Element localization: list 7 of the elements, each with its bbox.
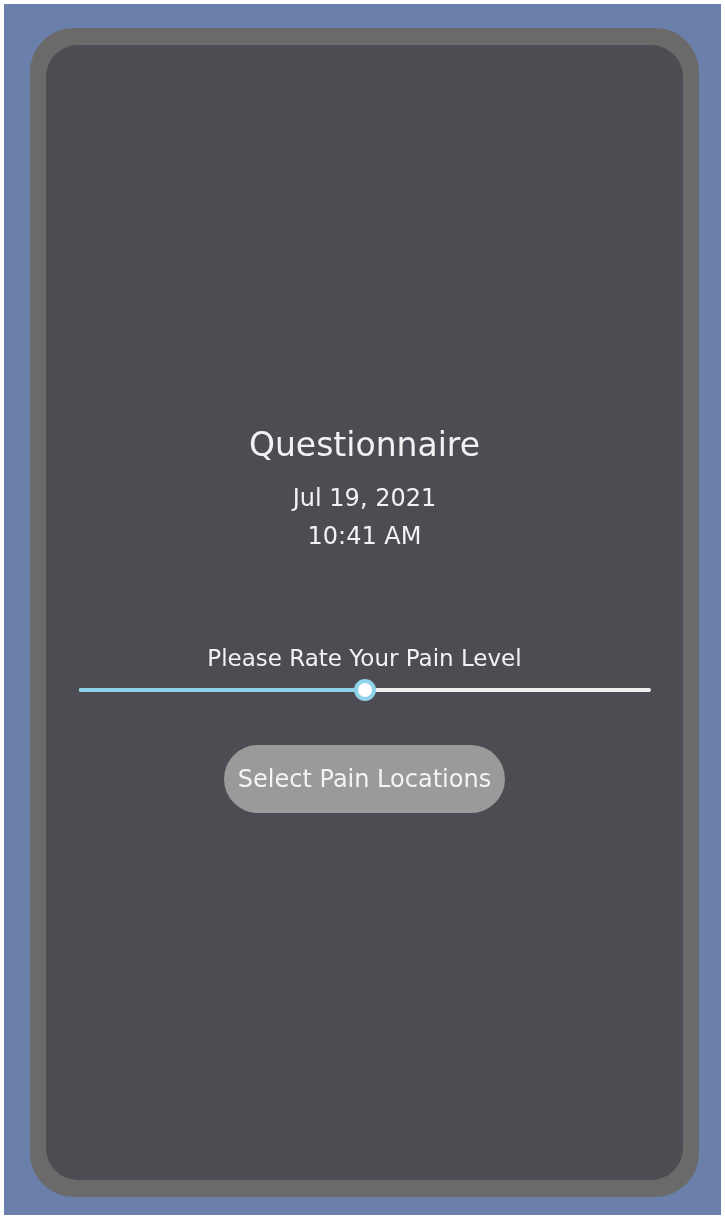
page-title: Questionnaire xyxy=(248,424,481,466)
slider-track[interactable] xyxy=(78,688,651,692)
slider-label: Please Rate Your Pain Level xyxy=(207,644,522,673)
select-locations-button[interactable]: Select Pain Locations xyxy=(223,745,506,813)
time-text: 10:41 AM xyxy=(307,521,422,552)
date-text: Jul 19, 2021 xyxy=(292,483,437,514)
slider-thumb[interactable] xyxy=(353,679,376,701)
